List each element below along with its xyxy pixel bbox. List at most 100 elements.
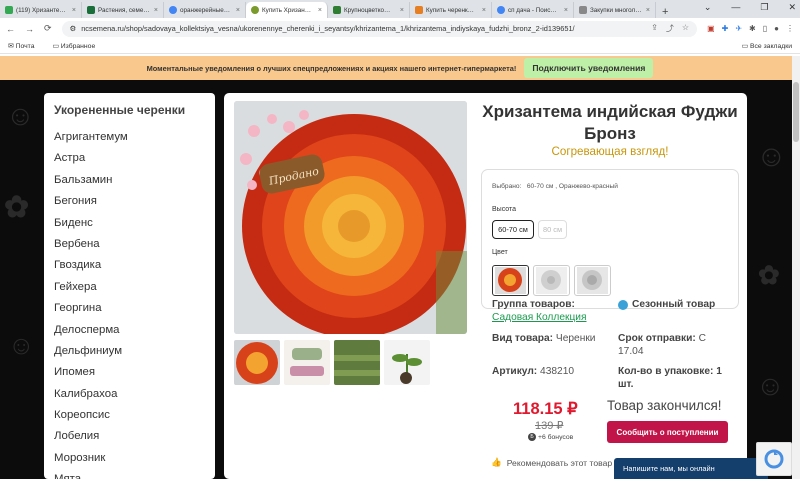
thumbnail-image: [384, 340, 430, 385]
chat-widget[interactable]: Напишите нам, мы онлайн: [614, 458, 768, 479]
install-icon[interactable]: ⇪: [651, 23, 658, 34]
close-icon[interactable]: ×: [564, 7, 568, 14]
color-swatch-selected[interactable]: [492, 265, 529, 296]
sidebar-item[interactable]: Дельфиниум: [54, 341, 215, 362]
swatch-image: [536, 267, 567, 294]
product-photo[interactable]: Продано: [234, 101, 467, 334]
sidebar-item[interactable]: Гвоздика: [54, 255, 215, 276]
reload-icon[interactable]: ⟳: [44, 23, 52, 34]
browser-tab[interactable]: (119) Хризанте… ×: [0, 2, 82, 18]
sidebar-item[interactable]: Агригантемум: [54, 127, 215, 148]
browser-tab[interactable]: Закупки многол… ×: [574, 2, 656, 18]
thumbnail-image: [334, 340, 380, 385]
sidebar-item[interactable]: Мята: [54, 469, 215, 479]
sidebar-item[interactable]: Делосперма: [54, 320, 215, 341]
chrysanthemum-image: Продано: [234, 101, 467, 334]
address-bar-row: ← → ⟳ ⚙ ncsemena.ru/shop/sadovaya_kollek…: [0, 18, 800, 39]
color-swatch[interactable]: [533, 265, 570, 296]
tab-search-icon[interactable]: ⌄: [704, 2, 712, 13]
tab-favicon: [333, 6, 341, 14]
sidebar-item[interactable]: Калибрахоа: [54, 384, 215, 405]
sidebar-item[interactable]: Бегония: [54, 191, 215, 212]
background-pattern: ✿: [758, 260, 780, 290]
close-icon[interactable]: ×: [72, 7, 76, 14]
thumbs-up-icon: 👍: [491, 457, 502, 467]
tab-favicon: [251, 6, 259, 14]
subscribe-notifications-button[interactable]: Подключить уведомления: [524, 58, 654, 78]
page-scrollbar[interactable]: [792, 56, 800, 479]
extension-icon[interactable]: ✈: [735, 24, 742, 33]
swatch-image: [577, 267, 608, 294]
tab-favicon: [5, 6, 13, 14]
old-price: 139 ₽: [535, 420, 564, 432]
browser-tab[interactable]: оранжерейные… ×: [164, 2, 246, 18]
browser-tab[interactable]: Купить черенк… ×: [410, 2, 492, 18]
color-swatch[interactable]: [574, 265, 611, 296]
sidebar-item[interactable]: Кореопсис: [54, 405, 215, 426]
sidebar-item[interactable]: Бальзамин: [54, 170, 215, 191]
sidebar-item[interactable]: Лобелия: [54, 426, 215, 447]
close-icon[interactable]: ×: [154, 7, 158, 14]
minimize-icon[interactable]: —: [731, 2, 740, 13]
profile-icon[interactable]: ●: [774, 24, 779, 33]
close-icon[interactable]: ×: [646, 7, 650, 14]
thumbnail-cutting[interactable]: [384, 340, 430, 385]
product-group-link[interactable]: Садовая Коллекция: [492, 312, 587, 323]
sidebar-item[interactable]: Астра: [54, 148, 215, 169]
background-pattern: ☺: [6, 100, 35, 131]
forward-icon[interactable]: →: [25, 24, 34, 34]
recommend-link[interactable]: 👍 Рекомендовать этот товар: [491, 457, 612, 468]
sidebar-item[interactable]: Морозник: [54, 448, 215, 469]
maximize-icon[interactable]: ❐: [760, 2, 768, 13]
extension-icon[interactable]: ▣: [707, 24, 715, 33]
product-group: Группа товаров: Садовая Коллекция: [492, 299, 587, 323]
browser-tab-active[interactable]: Купить Хризан… ×: [246, 2, 328, 18]
bookmark-star-icon[interactable]: ☆: [682, 23, 689, 34]
product-type: Вид товара: Черенки: [492, 333, 596, 344]
extension-icon[interactable]: ✚: [722, 24, 729, 33]
back-icon[interactable]: ←: [6, 24, 15, 34]
sidepanel-icon[interactable]: ▯: [763, 24, 767, 33]
close-window-icon[interactable]: ✕: [788, 2, 796, 13]
address-bar[interactable]: ⚙ ncsemena.ru/shop/sadovaya_kollektsiya_…: [61, 20, 698, 37]
category-sidebar: Укорененные черенки Агригантемум Астра Б…: [44, 93, 215, 479]
ship-date: Срок отправки: С 17.04: [618, 333, 706, 357]
bookmark-favorites[interactable]: ▭ Избранное: [52, 42, 95, 50]
sidebar-item[interactable]: Георгина: [54, 298, 215, 319]
close-icon[interactable]: ×: [236, 7, 240, 14]
thumbnail-seedlings[interactable]: [334, 340, 380, 385]
sidebar-item[interactable]: Гейхера: [54, 277, 215, 298]
all-bookmarks[interactable]: ▭ Все закладки: [742, 42, 792, 50]
thumbnail-strip: [234, 340, 430, 385]
thumbnail-flower[interactable]: [234, 340, 280, 385]
site-info-icon[interactable]: ⚙: [70, 24, 77, 33]
puzzle-icon[interactable]: ✱: [749, 24, 756, 33]
selected-variant: Выбрано: 60-70 см , Оранжево-красный: [492, 183, 618, 190]
scrollbar-thumb[interactable]: [793, 82, 799, 142]
sidebar-item[interactable]: Вербена: [54, 234, 215, 255]
browser-tab[interactable]: Растения, семе… ×: [82, 2, 164, 18]
tab-favicon: [87, 6, 95, 14]
sidebar-item[interactable]: Биденс: [54, 213, 215, 234]
season-badge: Сезонный товар: [618, 298, 715, 311]
close-icon[interactable]: ×: [482, 7, 486, 14]
thumbnail-brand[interactable]: [284, 340, 330, 385]
tab-favicon: [415, 6, 423, 14]
browser-tab[interactable]: сп дача - Поис… ×: [492, 2, 574, 18]
browser-tab[interactable]: Крупноцветко… ×: [328, 2, 410, 18]
height-option[interactable]: 80 см: [538, 220, 567, 239]
background-pattern: ☺: [756, 370, 785, 401]
thumbnail-image: [234, 340, 280, 385]
menu-icon[interactable]: ⋮: [786, 24, 794, 33]
close-icon[interactable]: ×: [318, 7, 322, 14]
notify-restock-button[interactable]: Сообщить о поступлении: [607, 421, 728, 443]
new-tab-button[interactable]: +: [656, 6, 674, 18]
sidebar-item[interactable]: Ипомея: [54, 362, 215, 383]
swatch-image: [495, 267, 526, 294]
category-list: Агригантемум Астра Бальзамин Бегония Бид…: [54, 127, 215, 479]
notification-banner: Моментальные уведомления о лучших спецпр…: [0, 56, 800, 80]
share-icon[interactable]: ⤴: [666, 23, 674, 34]
height-option-selected[interactable]: 60-70 см: [492, 220, 534, 239]
close-icon[interactable]: ×: [400, 7, 404, 14]
bookmark-mail[interactable]: ✉ Почта: [8, 42, 34, 50]
